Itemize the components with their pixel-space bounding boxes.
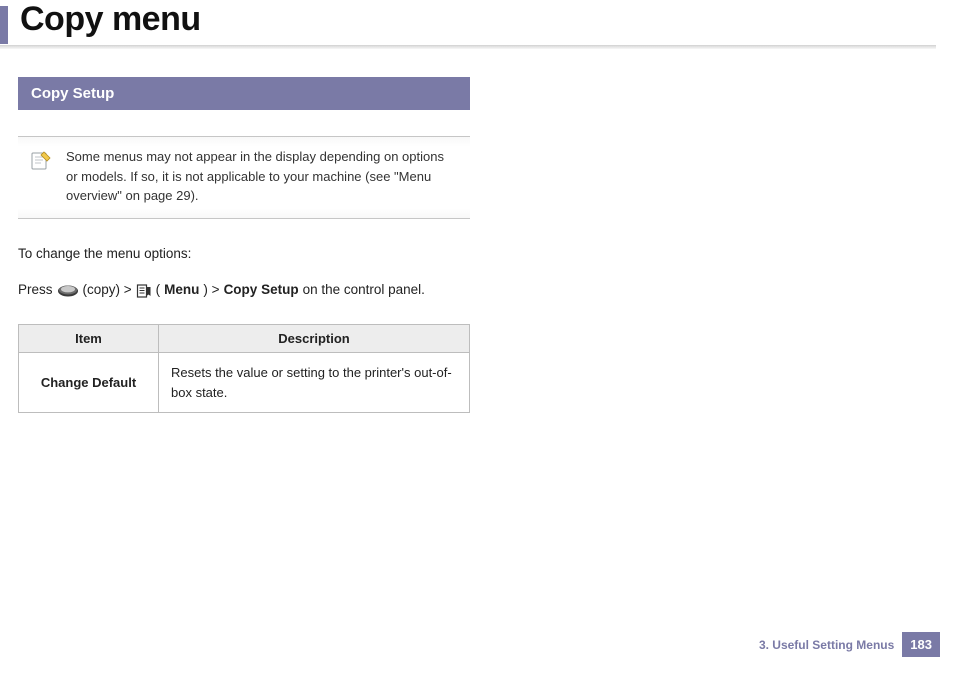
copy-setup-bold: Copy Setup xyxy=(224,279,299,302)
intro-text: To change the menu options: xyxy=(18,243,470,266)
menu-paren-open: ( xyxy=(156,279,161,302)
col-header-item: Item xyxy=(19,325,159,353)
title-area: Copy menu xyxy=(0,0,936,43)
menu-icon xyxy=(136,283,152,299)
table-header-row: Item Description xyxy=(19,325,470,353)
footer-page-number: 183 xyxy=(902,632,940,657)
col-header-desc: Description xyxy=(159,325,470,353)
copy-label: (copy) > xyxy=(83,279,132,302)
title-accent-bar xyxy=(0,6,8,44)
menu-bold: Menu xyxy=(164,279,199,302)
content-column: Copy Setup Some menus may not appear in … xyxy=(0,49,470,413)
note-box: Some menus may not appear in the display… xyxy=(18,136,470,219)
press-instruction: Press (copy) > (Menu) > Copy S xyxy=(18,279,470,302)
copy-icon xyxy=(57,284,79,298)
note-icon xyxy=(28,147,54,173)
cell-item: Change Default xyxy=(19,353,159,413)
page-title: Copy menu xyxy=(18,0,936,39)
page-footer: 3. Useful Setting Menus 183 xyxy=(759,632,940,657)
press-word: Press xyxy=(18,279,53,302)
table-row: Change Default Resets the value or setti… xyxy=(19,353,470,413)
cell-desc: Resets the value or setting to the print… xyxy=(159,353,470,413)
footer-chapter: 3. Useful Setting Menus xyxy=(759,638,894,652)
menu-paren-close: ) > xyxy=(203,279,219,302)
options-table: Item Description Change Default Resets t… xyxy=(18,324,470,413)
press-tail: on the control panel. xyxy=(303,279,425,302)
section-header: Copy Setup xyxy=(18,77,470,110)
document-page: Copy menu Copy Setup Some menus may not … xyxy=(0,0,954,675)
note-text: Some menus may not appear in the display… xyxy=(66,147,456,206)
